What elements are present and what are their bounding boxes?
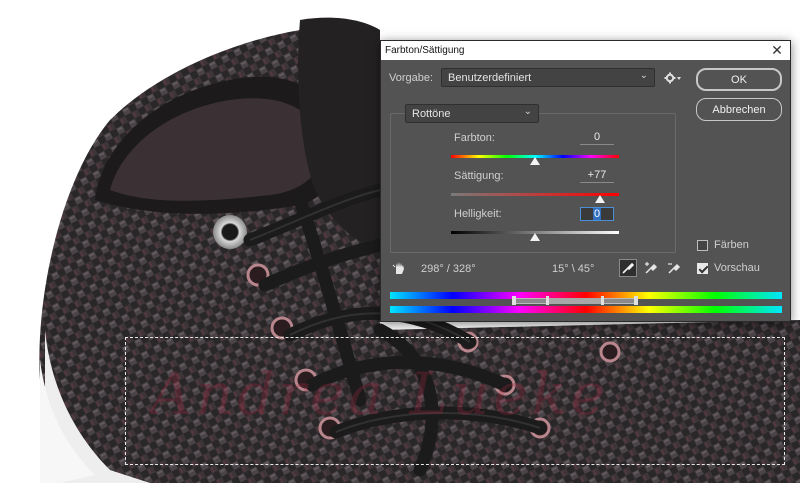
preview-label: Vorschau bbox=[714, 262, 760, 274]
hue-value-field[interactable]: 0 bbox=[580, 131, 614, 145]
lightness-label: Helligkeit: bbox=[454, 208, 502, 220]
range-handle-inner-right[interactable] bbox=[601, 296, 604, 305]
lightness-value-field[interactable]: 0 bbox=[580, 207, 614, 221]
dialog-title: Farbton/Sättigung bbox=[385, 45, 465, 56]
eyedropper-icon[interactable] bbox=[619, 259, 637, 277]
lightness-slider-thumb[interactable] bbox=[530, 233, 540, 241]
colorize-label: Färben bbox=[714, 239, 749, 251]
saturation-slider-thumb[interactable] bbox=[594, 195, 605, 203]
hue-label: Farbton: bbox=[454, 132, 495, 144]
preview-checkbox[interactable] bbox=[697, 262, 708, 274]
range-right-readout: 15° \ 45° bbox=[552, 263, 595, 275]
colorize-checkbox[interactable] bbox=[697, 239, 708, 251]
preset-label: Vorgabe: bbox=[389, 72, 434, 84]
output-color-bar bbox=[390, 306, 782, 313]
preset-value: Benutzerdefiniert bbox=[448, 71, 532, 84]
eyedropper-subtract-icon[interactable] bbox=[667, 260, 681, 276]
range-left-readout: 298° / 328° bbox=[421, 263, 476, 275]
preset-dropdown[interactable]: Benutzerdefiniert ⌄ bbox=[441, 68, 655, 87]
eyedropper-add-icon[interactable] bbox=[644, 260, 658, 276]
range-handle-outer-left[interactable] bbox=[512, 296, 516, 305]
range-selector-core[interactable] bbox=[547, 298, 603, 304]
chevron-down-icon: ⌄ bbox=[523, 106, 532, 117]
saturation-label: Sättigung: bbox=[454, 170, 504, 182]
close-icon[interactable]: ✕ bbox=[770, 42, 784, 58]
cancel-button[interactable]: Abbrechen bbox=[696, 98, 782, 121]
dialog-titlebar[interactable]: Farbton/Sättigung ✕ bbox=[381, 41, 790, 60]
hue-slider-thumb[interactable] bbox=[530, 157, 540, 165]
ok-button[interactable]: OK bbox=[696, 68, 782, 91]
colorize-checkbox-row[interactable]: Färben bbox=[697, 239, 749, 251]
range-handle-inner-left[interactable] bbox=[546, 296, 549, 305]
chevron-down-icon: ⌄ bbox=[639, 70, 648, 81]
range-handle-outer-right[interactable] bbox=[634, 296, 638, 305]
channel-dropdown[interactable]: Rottöne ⌄ bbox=[405, 104, 539, 123]
hue-saturation-dialog: Farbton/Sättigung ✕ Vorgabe: Benutzerdef… bbox=[380, 40, 791, 322]
saturation-value-field[interactable]: +77 bbox=[580, 169, 614, 183]
targeted-adjustment-hand-icon[interactable] bbox=[392, 260, 406, 276]
channel-value: Rottöne bbox=[412, 107, 451, 120]
watermark-signature: Andrea Lueke bbox=[150, 360, 610, 428]
preset-options-gear-icon[interactable] bbox=[664, 68, 684, 87]
preview-checkbox-row[interactable]: Vorschau bbox=[697, 262, 760, 274]
